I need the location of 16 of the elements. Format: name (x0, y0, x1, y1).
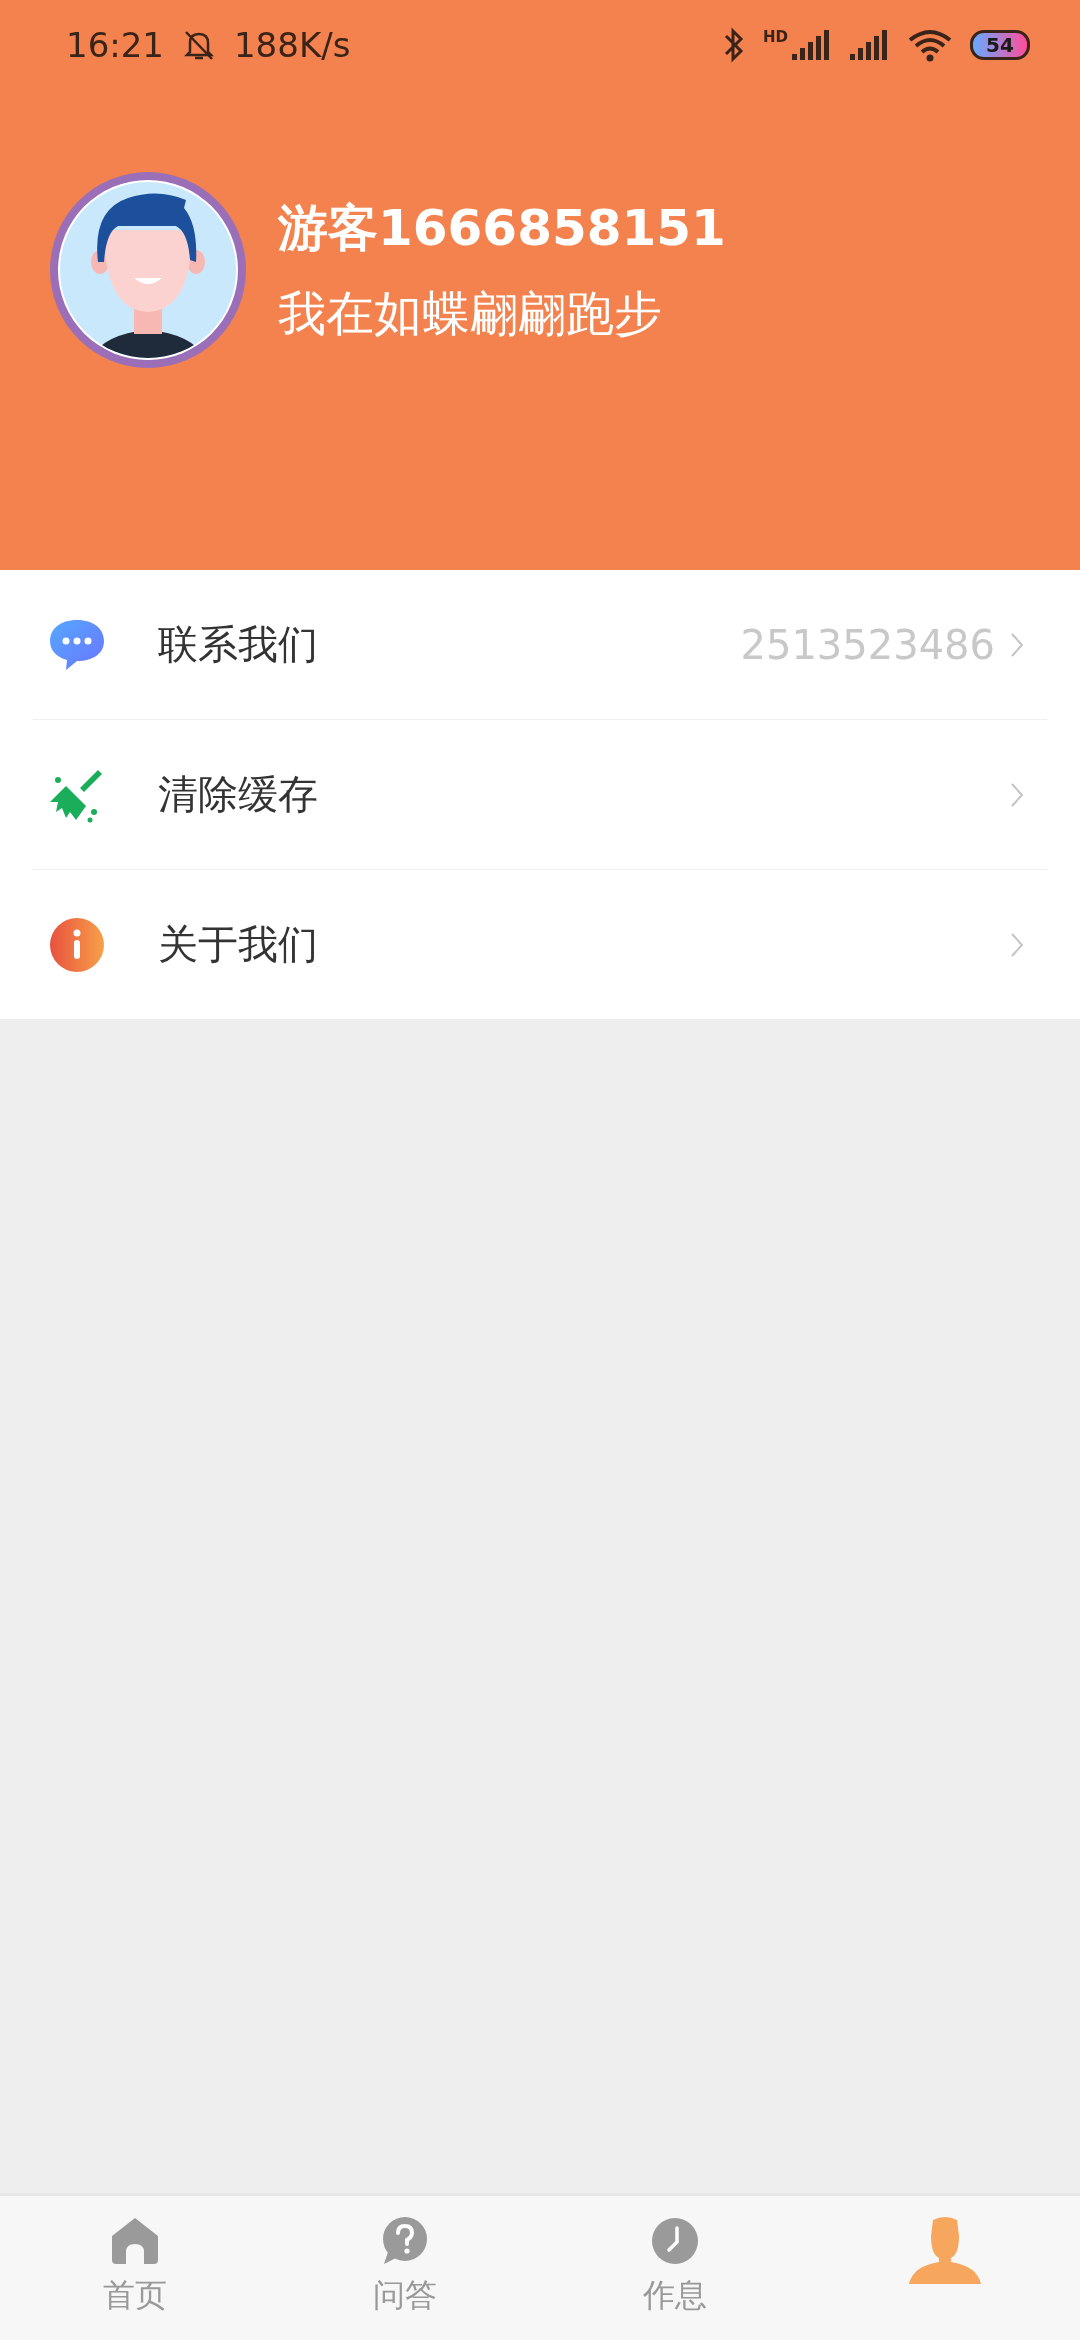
menu-label: 联系我们 (158, 620, 318, 669)
bluetooth-icon (723, 27, 745, 63)
menu-label: 关于我们 (158, 920, 318, 969)
battery-icon: 54 (970, 30, 1030, 60)
info-icon (48, 915, 106, 974)
menu-label: 清除缓存 (158, 770, 318, 819)
user-motto: 我在如蝶翩翩跑步 (278, 283, 663, 343)
hd-label: HD (763, 28, 788, 46)
signal-icon (792, 30, 832, 60)
menu-item[interactable]: 关于我们 (33, 870, 1047, 1019)
network-speed: 188K/s (234, 25, 351, 65)
user-name: 游客1666858151 (278, 197, 726, 259)
signal-icon (850, 30, 890, 60)
wifi-icon (908, 28, 952, 62)
clock-time: 16:21 (66, 25, 164, 65)
menu-item[interactable]: 清除缓存 (33, 720, 1047, 870)
